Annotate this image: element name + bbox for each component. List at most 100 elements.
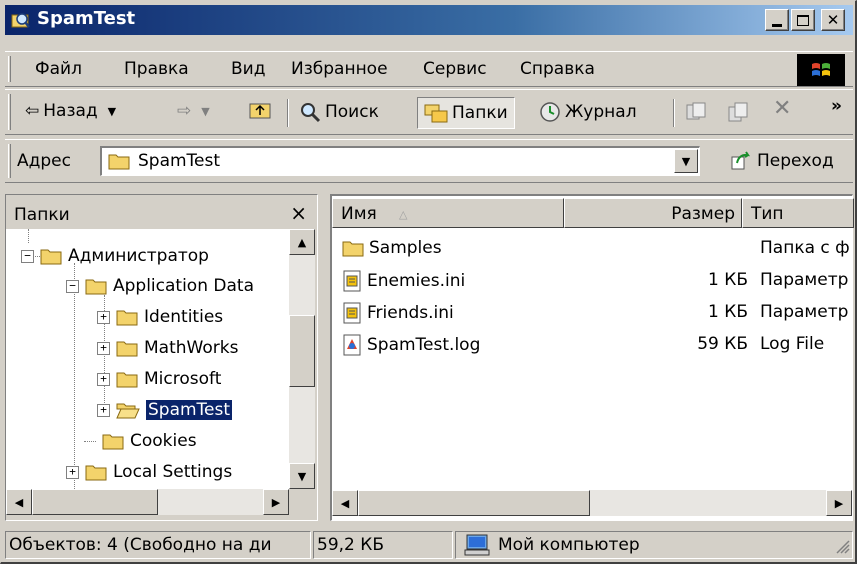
go-label: Переход bbox=[757, 151, 834, 171]
tree-item-identities[interactable]: + Identities bbox=[97, 302, 223, 332]
arrow-right-icon: ▶ bbox=[271, 495, 281, 509]
close-icon: ✕ bbox=[826, 11, 840, 29]
tree-item-mathworks[interactable]: + MathWorks bbox=[97, 333, 238, 363]
resize-grip-icon[interactable] bbox=[834, 538, 850, 554]
address-label: Адрес bbox=[17, 151, 71, 171]
folder-icon bbox=[116, 339, 138, 357]
scroll-down-button[interactable]: ▼ bbox=[289, 463, 315, 489]
file-list-horizontal-scrollbar[interactable]: ◀ ▶ bbox=[332, 490, 852, 516]
back-arrow-icon: ⇦ bbox=[25, 101, 40, 121]
menu-view[interactable]: Вид bbox=[231, 59, 265, 79]
arrow-up-icon: ▲ bbox=[297, 235, 307, 249]
status-zone: Мой компьютер bbox=[455, 531, 853, 559]
menu-edit[interactable]: Правка bbox=[124, 59, 189, 79]
expand-icon[interactable]: + bbox=[97, 310, 110, 324]
history-label: Журнал bbox=[565, 102, 637, 122]
back-button[interactable]: ⇦ Назад ▼ bbox=[25, 101, 116, 121]
tree-vertical-scrollbar[interactable]: ▲ ▼ bbox=[289, 229, 315, 489]
collapse-icon[interactable]: − bbox=[21, 249, 34, 263]
arrow-right-icon: ▶ bbox=[834, 496, 844, 510]
tree-item-spamtest[interactable]: + SpamTest bbox=[97, 395, 233, 425]
scroll-thumb[interactable] bbox=[289, 315, 315, 387]
list-item[interactable]: Enemies.ini 1 КБ Параметр bbox=[342, 266, 857, 296]
standard-toolbar: ⇦ Назад ▼ ⇨ ▼ Поиск Папки Журнал ✕ » bbox=[5, 89, 853, 135]
menubar-grip[interactable] bbox=[8, 56, 11, 82]
file-type: Log File bbox=[760, 334, 825, 354]
tree-item-cookies[interactable]: Cookies bbox=[84, 426, 197, 456]
close-button[interactable]: ✕ bbox=[821, 9, 845, 31]
tree-item-label: Local Settings bbox=[113, 462, 233, 482]
forward-dropdown-icon[interactable]: ▼ bbox=[201, 105, 209, 118]
file-size: 1 КБ bbox=[708, 270, 748, 290]
back-dropdown-icon[interactable]: ▼ bbox=[108, 105, 116, 118]
column-header-size[interactable]: Размер bbox=[564, 198, 742, 228]
list-item[interactable]: Samples Папка с ф bbox=[342, 234, 857, 264]
search-label: Поиск bbox=[325, 102, 379, 122]
column-header-name[interactable]: Имя △ bbox=[332, 198, 564, 228]
folders-icon bbox=[424, 103, 448, 123]
menu-favorites[interactable]: Избранное bbox=[291, 59, 388, 79]
scroll-thumb[interactable] bbox=[358, 490, 590, 516]
history-icon bbox=[539, 101, 561, 123]
toolbar-overflow-button[interactable]: » bbox=[831, 96, 842, 116]
history-button[interactable]: Журнал bbox=[539, 101, 637, 123]
folders-pane: Папки × − Администратор − Application Da… bbox=[5, 194, 318, 521]
arrow-left-icon: ◀ bbox=[14, 495, 24, 509]
address-input[interactable]: SpamTest ▼ bbox=[100, 146, 700, 176]
expand-icon[interactable]: + bbox=[97, 341, 110, 355]
scroll-left-button[interactable]: ◀ bbox=[332, 490, 358, 516]
scroll-right-button[interactable]: ▶ bbox=[263, 489, 289, 515]
ini-file-icon bbox=[342, 302, 362, 324]
tree-item-microsoft[interactable]: + Microsoft bbox=[97, 364, 221, 394]
forward-button[interactable]: ⇨ ▼ bbox=[177, 101, 210, 121]
chevron-down-icon: ▼ bbox=[681, 154, 691, 168]
tree-item-administrator[interactable]: − Администратор bbox=[21, 241, 209, 271]
go-button[interactable]: Переход bbox=[731, 151, 834, 171]
minimize-button[interactable] bbox=[765, 9, 789, 31]
addressbar-grip[interactable] bbox=[8, 144, 11, 178]
delete-button[interactable]: ✕ bbox=[773, 96, 791, 121]
expand-icon[interactable]: + bbox=[97, 403, 110, 417]
scroll-thumb[interactable] bbox=[32, 489, 158, 515]
file-name: Samples bbox=[369, 238, 442, 258]
folders-pane-header: Папки × bbox=[6, 195, 317, 229]
file-name: Enemies.ini bbox=[367, 271, 466, 291]
tree-item-local-settings[interactable]: + Local Settings bbox=[66, 457, 232, 487]
search-icon bbox=[299, 101, 321, 123]
maximize-button[interactable] bbox=[791, 9, 815, 31]
menu-tools[interactable]: Сервис bbox=[423, 59, 487, 79]
move-to-button[interactable] bbox=[685, 101, 707, 123]
copy-to-button[interactable] bbox=[727, 101, 749, 123]
tree-item-label: Identities bbox=[144, 307, 224, 327]
collapse-icon[interactable]: − bbox=[66, 279, 79, 293]
sort-ascending-icon: △ bbox=[399, 208, 408, 221]
status-objects-text: Объектов: 4 (Свободно на ди bbox=[9, 535, 272, 555]
folders-pane-close-button[interactable]: × bbox=[290, 201, 307, 225]
arrow-down-icon: ▼ bbox=[297, 469, 307, 483]
tree-horizontal-scrollbar[interactable]: ◀ ▶ bbox=[6, 489, 289, 515]
tree-item-application-data[interactable]: − Application Data bbox=[66, 271, 254, 301]
up-folder-button[interactable] bbox=[249, 101, 271, 119]
search-button[interactable]: Поиск bbox=[299, 101, 379, 123]
menu-file[interactable]: Файл bbox=[35, 59, 82, 79]
list-item[interactable]: SpamTest.log 59 КБ Log File bbox=[342, 330, 857, 360]
folders-button[interactable]: Папки bbox=[417, 97, 515, 129]
address-value: SpamTest bbox=[138, 151, 221, 171]
tree-item-label: SpamTest bbox=[146, 400, 233, 420]
toolbar-grip[interactable] bbox=[8, 94, 11, 130]
expand-icon[interactable]: + bbox=[97, 372, 110, 386]
scroll-right-button[interactable]: ▶ bbox=[826, 490, 852, 516]
list-item[interactable]: Friends.ini 1 КБ Параметр bbox=[342, 298, 857, 328]
menu-help[interactable]: Справка bbox=[520, 59, 595, 79]
address-dropdown-button[interactable]: ▼ bbox=[674, 149, 698, 173]
expand-icon[interactable]: + bbox=[66, 465, 79, 479]
column-header-type[interactable]: Тип bbox=[742, 198, 854, 228]
scroll-up-button[interactable]: ▲ bbox=[289, 229, 315, 255]
delete-icon: ✕ bbox=[773, 96, 792, 121]
title-bar[interactable]: SpamTest ✕ bbox=[5, 5, 853, 35]
status-bar: Объектов: 4 (Свободно на ди 59,2 КБ Мой … bbox=[5, 529, 853, 561]
scroll-left-button[interactable]: ◀ bbox=[6, 489, 32, 515]
chevron-right-icon: » bbox=[831, 96, 842, 116]
folders-label: Папки bbox=[452, 103, 508, 123]
folder-icon bbox=[40, 247, 62, 265]
